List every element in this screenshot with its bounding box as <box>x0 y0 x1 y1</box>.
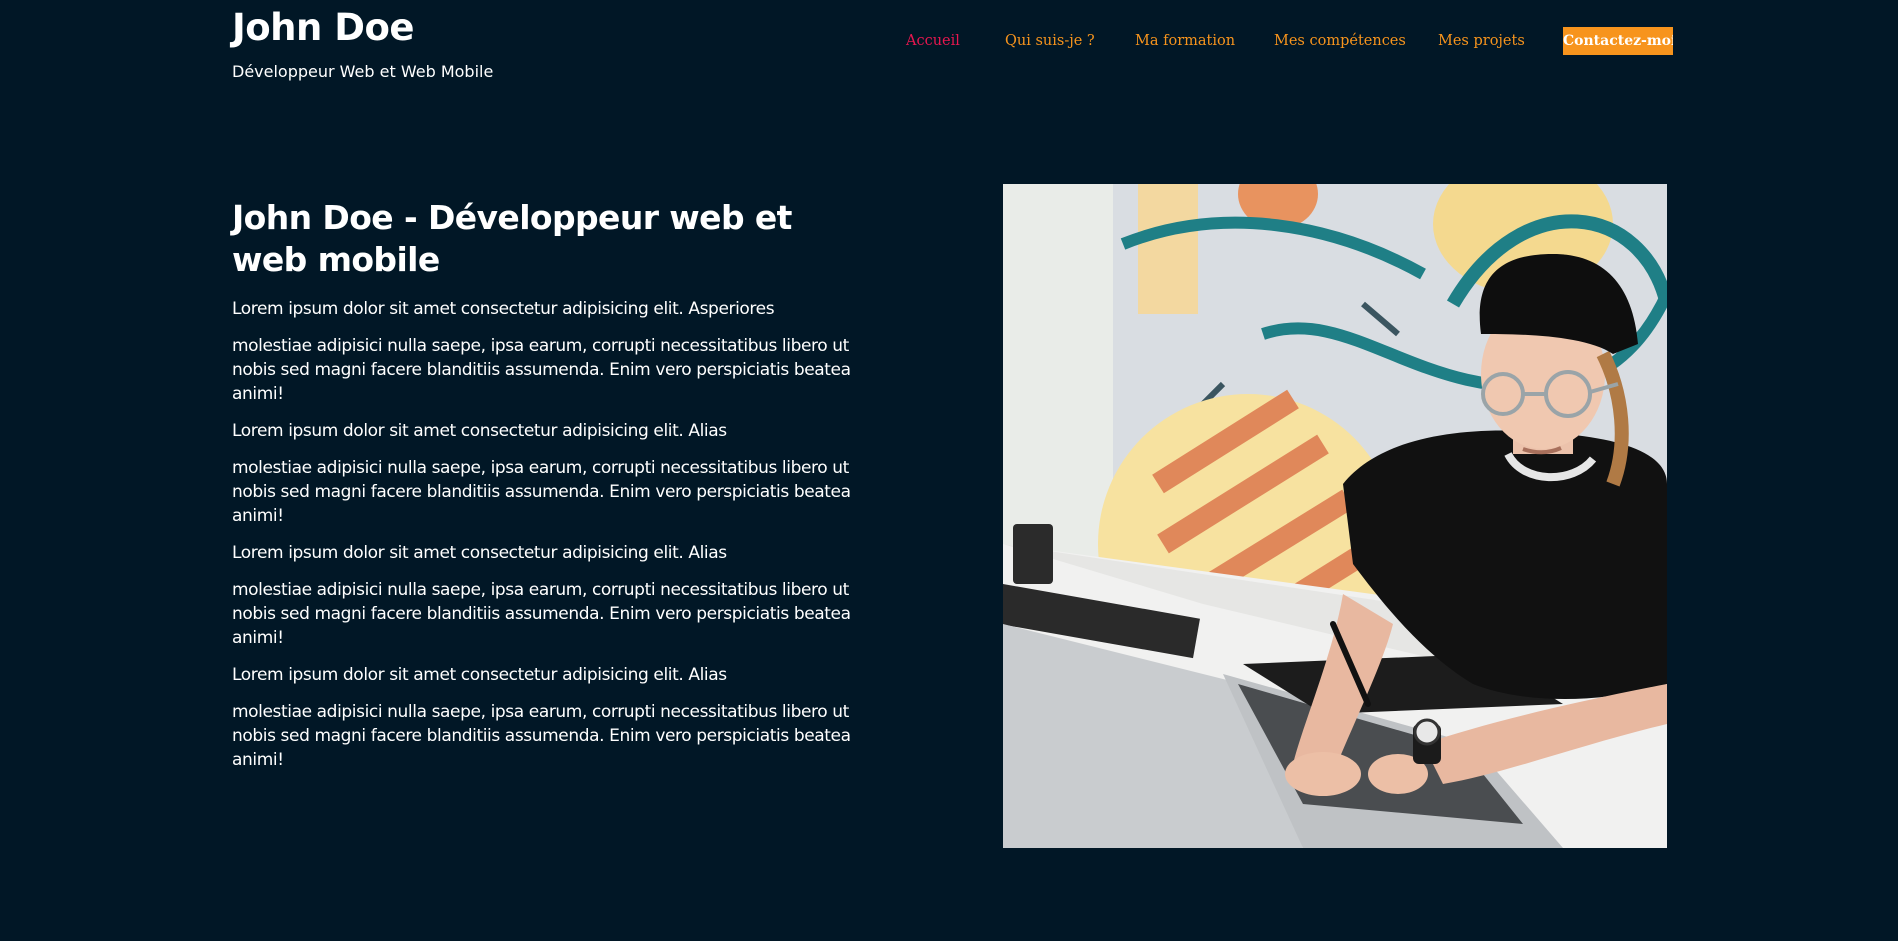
nav-link-qui-suis-je[interactable]: Qui suis-je ? <box>1005 27 1095 55</box>
main-nav: Accueil Qui suis-je ? Ma formation Mes c… <box>0 27 1898 55</box>
hero-paragraph: Lorem ipsum dolor sit amet consectetur a… <box>232 421 727 441</box>
hero-photo <box>1003 184 1667 848</box>
nav-link-mes-projets[interactable]: Mes projets <box>1438 27 1525 55</box>
hero-paragraph: Lorem ipsum dolor sit amet consectetur a… <box>232 299 775 319</box>
contact-button[interactable]: Contactez-moi <box>1563 27 1673 55</box>
nav-link-mes-competences[interactable]: Mes compétences <box>1274 27 1406 55</box>
developer-photo-illustration <box>1003 184 1667 848</box>
nav-link-ma-formation[interactable]: Ma formation <box>1135 27 1235 55</box>
hero-title: John Doe - Développeur web et web mobile <box>232 198 792 279</box>
brand-tagline: Développeur Web et Web Mobile <box>232 62 494 81</box>
hero-paragraph: molestiae adipisici nulla saepe, ipsa ea… <box>232 458 851 526</box>
hero-paragraph: molestiae adipisici nulla saepe, ipsa ea… <box>232 702 851 770</box>
hero-paragraph: Lorem ipsum dolor sit amet consectetur a… <box>232 543 727 563</box>
hero-paragraph: molestiae adipisici nulla saepe, ipsa ea… <box>232 336 851 404</box>
hero-paragraph: Lorem ipsum dolor sit amet consectetur a… <box>232 665 727 685</box>
nav-link-accueil[interactable]: Accueil <box>906 27 960 55</box>
page: John Doe Développeur Web et Web Mobile A… <box>0 0 1898 941</box>
hero-body: Lorem ipsum dolor sit amet consectetur a… <box>232 297 872 785</box>
hero-paragraph: molestiae adipisici nulla saepe, ipsa ea… <box>232 580 851 648</box>
